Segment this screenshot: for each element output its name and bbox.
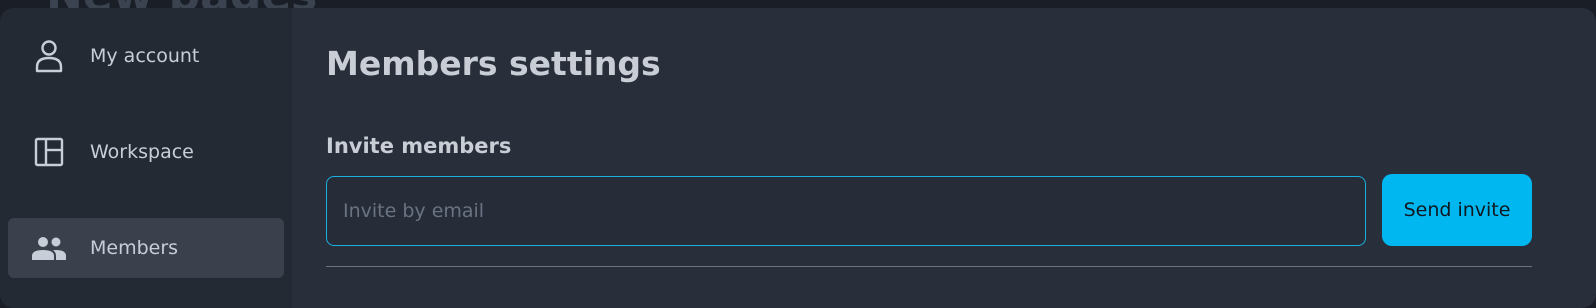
layout-icon — [32, 135, 66, 169]
invite-members-label: Invite members — [326, 134, 512, 158]
divider — [326, 266, 1532, 267]
send-invite-button[interactable]: Send invite — [1382, 174, 1532, 246]
sidebar-item-label: Members — [90, 237, 179, 259]
sidebar-item-label: My account — [90, 45, 200, 67]
user-icon — [32, 39, 66, 73]
invite-email-input[interactable] — [326, 176, 1366, 246]
sidebar-item-members[interactable]: Members — [8, 218, 284, 278]
members-settings-panel: Members settings Invite members Send inv… — [292, 8, 1596, 308]
settings-modal: My account Workspace Members Members set… — [0, 8, 1596, 308]
sidebar-item-workspace[interactable]: Workspace — [8, 122, 284, 182]
users-icon — [32, 231, 66, 265]
sidebar-item-label: Workspace — [90, 141, 194, 163]
settings-sidebar: My account Workspace Members — [0, 8, 292, 308]
page-title: Members settings — [326, 44, 661, 83]
sidebar-item-my-account[interactable]: My account — [8, 26, 284, 86]
